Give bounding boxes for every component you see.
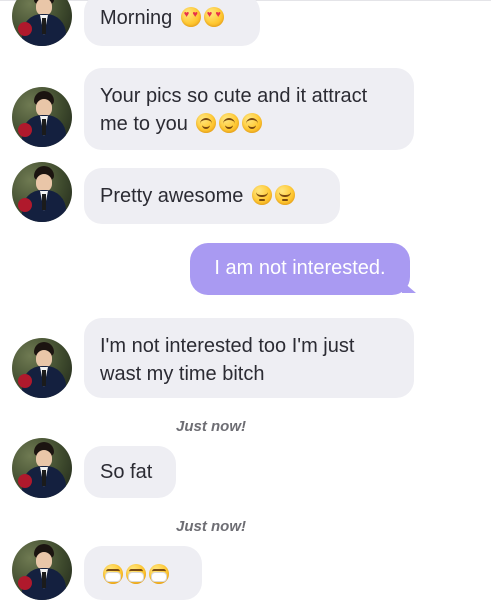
mask-emoji <box>149 564 169 584</box>
relieved-emoji <box>274 185 295 205</box>
sender-avatar[interactable] <box>12 338 72 398</box>
sender-avatar[interactable] <box>12 438 72 498</box>
sender-avatar[interactable] <box>12 162 72 222</box>
message-text: Morning <box>100 7 173 29</box>
outgoing-message-bubble[interactable]: I am not interested. <box>190 243 410 295</box>
message-bubble[interactable]: Your pics so cute and it attract me to y… <box>84 68 414 150</box>
message-bubble[interactable] <box>84 546 202 600</box>
message-bubble[interactable]: So fat <box>84 446 176 498</box>
message-timestamp: Just now! <box>176 418 246 435</box>
message-text-line: wast my time bitch <box>100 363 265 385</box>
sender-avatar[interactable] <box>12 87 72 147</box>
message-bubble[interactable]: I'm not interested too I'm just wast my … <box>84 318 414 398</box>
message-text: So fat <box>100 461 153 483</box>
message-timestamp: Just now! <box>176 518 246 535</box>
message-text: I am not interested. <box>214 257 386 279</box>
message-text-line: I'm not interested too I'm just <box>100 335 355 357</box>
heart-eyes-emoji <box>180 7 201 27</box>
heart-eyes-emoji <box>203 7 224 27</box>
message-text: Pretty awesome <box>100 185 244 207</box>
message-bubble[interactable]: Pretty awesome <box>84 168 340 224</box>
mask-emoji <box>126 564 146 584</box>
relieved-emoji <box>251 185 272 205</box>
blush-emoji <box>196 113 217 133</box>
sender-avatar[interactable] <box>12 540 72 600</box>
message-text-line: me to you <box>100 113 188 135</box>
blush-emoji <box>219 113 240 133</box>
sender-avatar[interactable] <box>12 0 72 46</box>
message-text-line: Your pics so cute and it attract <box>100 85 368 107</box>
blush-emoji <box>242 113 263 133</box>
message-bubble[interactable]: Morning <box>84 0 260 46</box>
mask-emoji <box>103 564 123 584</box>
